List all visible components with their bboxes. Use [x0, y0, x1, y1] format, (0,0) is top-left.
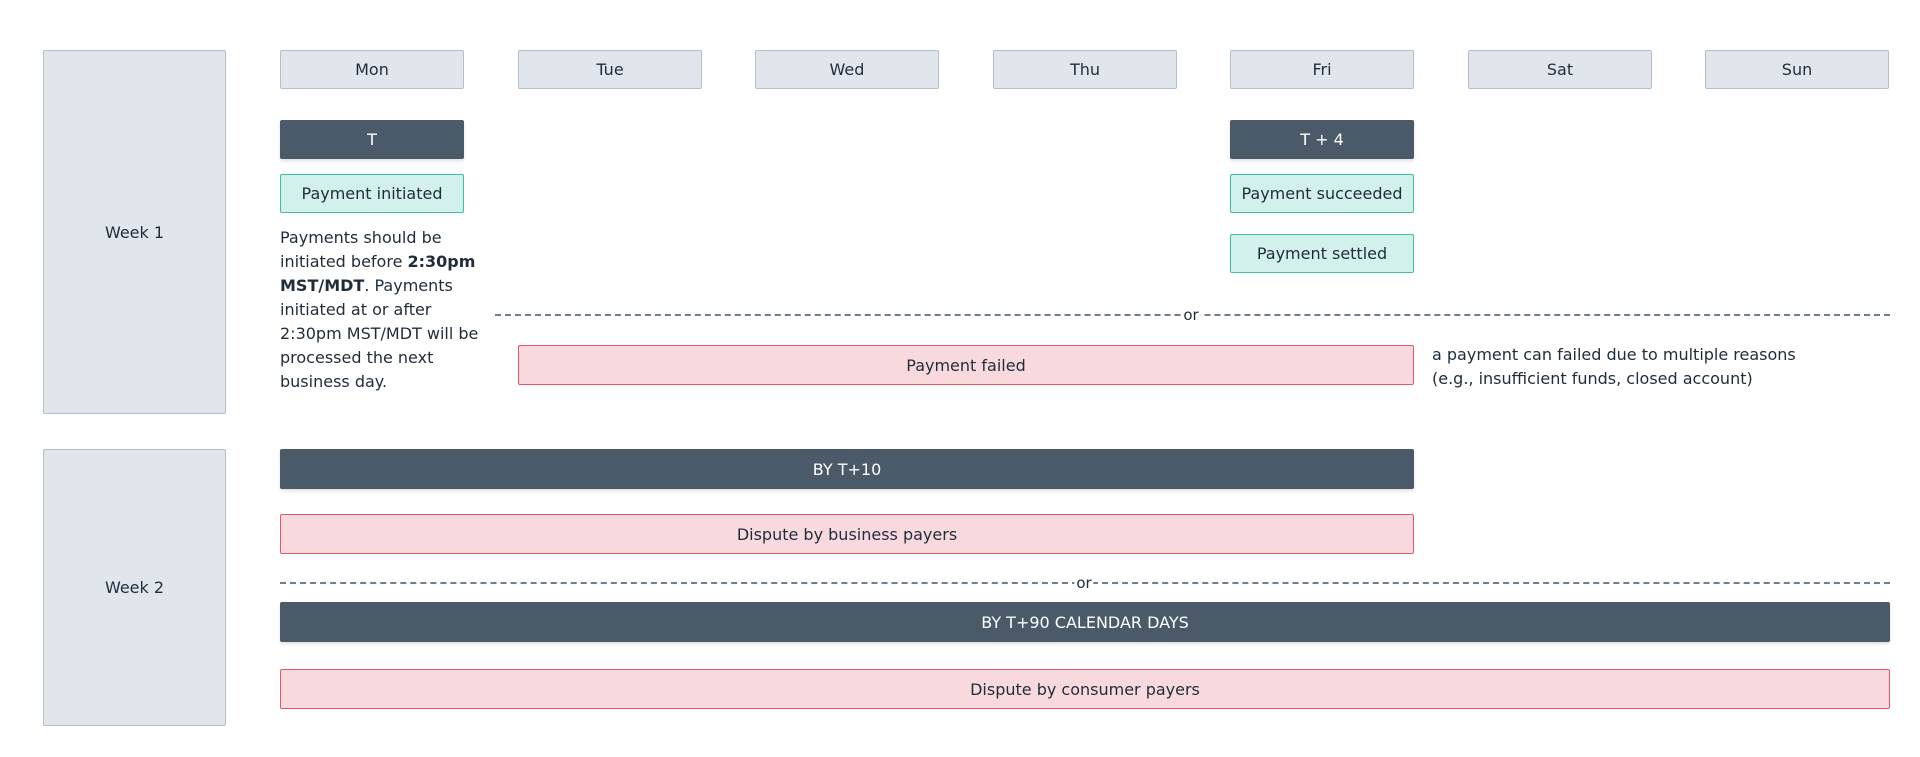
dispute-business: Dispute by business payers	[280, 514, 1414, 554]
failed-note-line: a payment can failed due to multiple rea…	[1432, 345, 1796, 364]
day-sat: Sat	[1468, 50, 1652, 89]
milestone-t10: BY T+10	[280, 449, 1414, 489]
milestone-label: T	[367, 130, 377, 149]
week-1-text: Week 1	[104, 222, 165, 242]
status-label: Payment failed	[906, 355, 1026, 375]
week-1-label: Week 1	[43, 50, 226, 414]
payment-failed: Payment failed	[518, 345, 1414, 385]
day-tue: Tue	[518, 50, 702, 89]
milestone-t: T	[280, 120, 464, 159]
milestone-t4: T + 4	[1230, 120, 1414, 159]
milestone-t90: BY T+90 CALENDAR DAYS	[280, 602, 1890, 642]
milestone-label: T + 4	[1300, 130, 1344, 149]
status-label: Dispute by business payers	[736, 524, 958, 544]
status-label: Payment succeeded	[1241, 184, 1403, 203]
day-label: Mon	[355, 60, 389, 79]
week-2-text: Week 2	[104, 578, 165, 597]
failed-note-line: (e.g., insufficient funds, closed accoun…	[1432, 369, 1753, 388]
status-label: Payment settled	[1256, 244, 1388, 263]
milestone-label: BY T+10	[812, 459, 882, 479]
payment-settled: Payment settled	[1230, 234, 1414, 273]
day-sun: Sun	[1705, 50, 1889, 89]
milestone-label: BY T+90 CALENDAR DAYS	[981, 612, 1189, 632]
day-label: Tue	[596, 60, 624, 79]
or-label: or	[1181, 306, 1201, 324]
dispute-consumer: Dispute by consumer payers	[280, 669, 1890, 709]
failed-note: a payment can failed due to multiple rea…	[1432, 343, 1912, 391]
or-label: or	[1074, 574, 1094, 592]
day-label: Fri	[1312, 60, 1332, 79]
day-wed: Wed	[755, 50, 939, 89]
day-label: Sun	[1781, 60, 1813, 79]
day-label: Thu	[1069, 60, 1101, 79]
payment-initiated: Payment initiated	[280, 174, 464, 213]
day-mon: Mon	[280, 50, 464, 89]
status-label: Dispute by consumer payers	[970, 679, 1200, 699]
cutoff-note: Payments should be initiated before 2:30…	[280, 226, 480, 394]
day-fri: Fri	[1230, 50, 1414, 89]
payment-succeeded: Payment succeeded	[1230, 174, 1414, 213]
day-thu: Thu	[993, 50, 1177, 89]
week-2-label: Week 2	[43, 449, 226, 726]
day-label: Wed	[829, 60, 865, 79]
day-label: Sat	[1546, 60, 1574, 79]
status-label: Payment initiated	[301, 184, 443, 203]
